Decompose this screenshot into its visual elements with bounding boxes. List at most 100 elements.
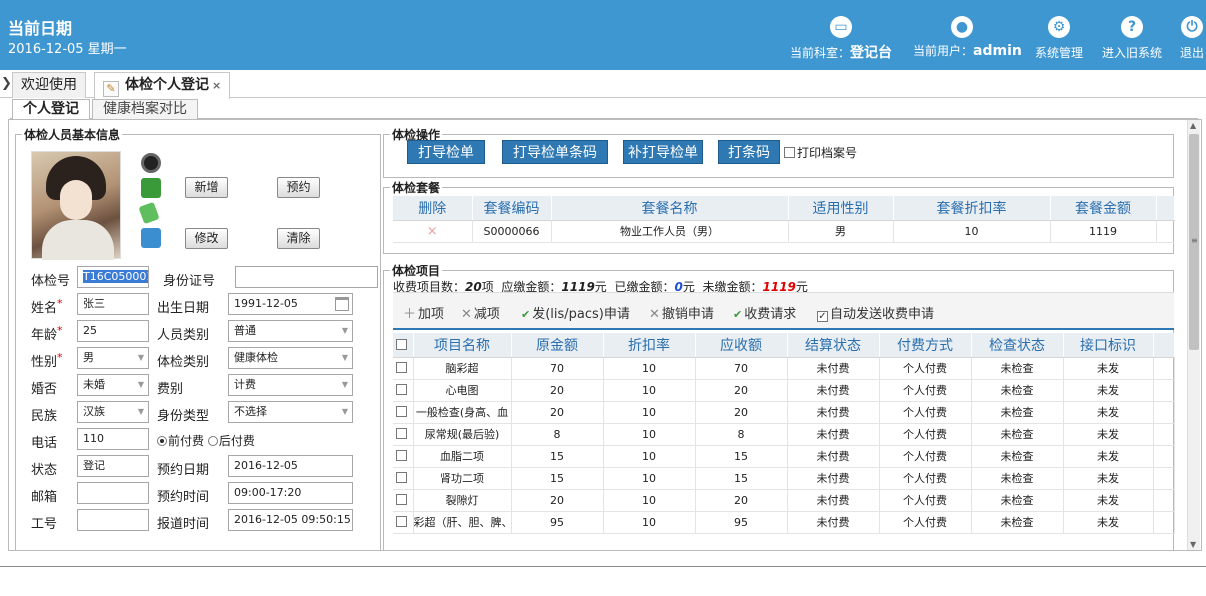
gender-select[interactable]: 男 [77, 347, 149, 369]
item-row[interactable]: 血脂二项 15 10 15 未付费 个人付费 未检查 未发 [393, 445, 1175, 468]
marriage-select[interactable]: 未婚 [77, 374, 149, 396]
print-barcode-button[interactable]: 打条码 [718, 140, 780, 164]
delete-icon[interactable]: × [393, 220, 473, 243]
item-cell-name: 血脂二项 [413, 445, 512, 468]
vertical-scrollbar[interactable]: ▲ ≡ ▼ [1187, 120, 1200, 550]
item-cell-settle: 未付费 [787, 423, 880, 446]
reprint-guide-button[interactable]: 补打导检单 [623, 140, 703, 164]
item-cell-settle: 未付费 [787, 467, 880, 490]
tab-welcome[interactable]: 欢迎使用 [12, 72, 86, 98]
send-request-button[interactable]: ✔ 发(lis/pacs)申请 [521, 303, 630, 322]
fee-type-select[interactable]: 计费 [228, 374, 353, 396]
item-cell-due: 20 [695, 379, 788, 402]
exam-type-select[interactable]: 健康体检 [228, 347, 353, 369]
row-checkbox[interactable] [396, 427, 408, 439]
clear-button[interactable]: 清除 [277, 228, 320, 249]
row-checkbox[interactable] [396, 449, 408, 461]
row-checkbox[interactable] [396, 383, 408, 395]
appoint-time-field[interactable]: 09:00-17:20 [228, 482, 353, 504]
status-label: 状态 [31, 463, 58, 478]
appoint-button[interactable]: 预约 [277, 177, 320, 198]
item-cell-pay: 个人付费 [879, 467, 972, 490]
item-cell-iface: 未发 [1063, 357, 1154, 380]
close-icon[interactable]: × [212, 79, 221, 92]
row-checkbox[interactable] [396, 471, 408, 483]
print-archive-option[interactable]: 打印档案号 [784, 144, 857, 161]
user-indicator: ● [951, 16, 973, 44]
id-type-select[interactable]: 不选择 [228, 401, 353, 423]
work-no-field[interactable] [77, 509, 149, 531]
select-all-checkbox[interactable] [396, 338, 408, 350]
folder-open-icon[interactable] [141, 178, 161, 198]
new-button[interactable]: 新增 [185, 177, 228, 198]
subtab-health-record-compare[interactable]: 健康档案对比 [92, 99, 198, 119]
item-row[interactable]: 彩超（肝、胆、脾、 95 10 95 未付费 个人付费 未检查 未发 [393, 511, 1175, 534]
scrollbar-grip-icon: ≡ [1191, 236, 1198, 245]
prepay-radio[interactable] [157, 436, 167, 446]
tab-personal-registration[interactable]: ✎ 体检个人登记 × [94, 72, 231, 99]
email-field[interactable] [77, 482, 149, 504]
package-cell-code: S0000066 [472, 220, 552, 243]
report-time-field[interactable]: 2016-12-05 09:50:15 [228, 509, 353, 531]
item-cell-settle: 未付费 [787, 379, 880, 402]
item-row[interactable]: 裂隙灯 20 10 20 未付费 个人付费 未检查 未发 [393, 489, 1175, 512]
scroll-down-icon[interactable]: ▼ [1190, 540, 1196, 549]
col-interface-flag: 接口标识 [1063, 333, 1154, 358]
item-row[interactable]: 心电图 20 10 20 未付费 个人付费 未检查 未发 [393, 379, 1175, 402]
row-checkbox[interactable] [396, 515, 408, 527]
package-cell-name: 物业工作人员（男） [551, 220, 789, 243]
status-field[interactable]: 登记 [77, 455, 149, 477]
age-field[interactable]: 25 [77, 320, 149, 342]
row-checkbox[interactable] [396, 405, 408, 417]
item-cell-orig: 95 [511, 511, 604, 534]
row-checkbox[interactable] [396, 361, 408, 373]
col-settlement-status: 结算状态 [787, 333, 880, 358]
calendar-icon[interactable] [335, 297, 349, 311]
print-archive-checkbox[interactable] [784, 147, 795, 158]
ethnic-select[interactable]: 汉族 [77, 401, 149, 423]
print-guide-button[interactable]: 打导检单 [407, 140, 485, 164]
remove-item-button[interactable]: ✕ 减项 [461, 303, 500, 322]
old-system-button[interactable]: ? 进入旧系统 [1102, 16, 1162, 61]
item-row[interactable]: 肾功二项 15 10 15 未付费 个人付费 未检查 未发 [393, 467, 1175, 490]
phone-field[interactable]: 110 [77, 428, 149, 450]
item-cell-pay: 个人付费 [879, 489, 972, 512]
charge-request-button[interactable]: ✔ 收费请求 [733, 303, 796, 322]
item-cell-due: 15 [695, 467, 788, 490]
item-row[interactable]: 尿常规(最后验) 8 10 8 未付费 个人付费 未检查 未发 [393, 423, 1175, 446]
scroll-up-icon[interactable]: ▲ [1190, 121, 1196, 130]
print-guide-barcode-button[interactable]: 打导检单条码 [502, 140, 608, 164]
item-row[interactable]: 脑彩超 70 10 70 未付费 个人付费 未检查 未发 [393, 357, 1175, 380]
department-label: 当前科室： [790, 46, 851, 60]
item-cell-disc: 10 [603, 423, 696, 446]
camera-icon[interactable] [141, 153, 161, 173]
subtab-personal-registration[interactable]: 个人登记 [12, 99, 90, 120]
auto-send-checkbox[interactable] [817, 311, 828, 322]
col-receivable: 应收额 [695, 333, 788, 358]
id-card-field[interactable] [235, 266, 378, 288]
appoint-date-field[interactable]: 2016-12-05 [228, 455, 353, 477]
col-original-amount: 原金额 [511, 333, 604, 358]
name-field[interactable]: 张三 [77, 293, 149, 315]
birth-date-field[interactable]: 1991-12-05 [228, 293, 353, 315]
add-item-button[interactable]: ＋加项 [403, 303, 444, 322]
system-management-button[interactable]: ⚙ 系统管理 [1035, 16, 1083, 61]
exam-type-label: 体检类别 [157, 355, 210, 370]
row-checkbox[interactable] [396, 493, 408, 505]
item-row[interactable]: 一般检查(身高、血 20 10 20 未付费 个人付费 未检查 未发 [393, 401, 1175, 424]
revoke-request-button[interactable]: ✕ 撤销申请 [649, 303, 714, 322]
image-upload-icon[interactable] [141, 228, 161, 248]
item-cell-iface: 未发 [1063, 445, 1154, 468]
auto-send-charge-option[interactable]: 自动发送收费申请 [817, 303, 934, 322]
chevron-right-icon[interactable]: ❯ [1, 76, 12, 91]
item-cell-name: 彩超（肝、胆、脾、 [413, 511, 512, 534]
item-cell-disc: 10 [603, 467, 696, 490]
edit-button[interactable]: 修改 [185, 228, 228, 249]
item-cell-pay: 个人付费 [879, 357, 972, 380]
logout-label: 退出 [1180, 46, 1205, 60]
logout-button[interactable]: ⏻ 退出 [1180, 16, 1204, 61]
postpay-radio[interactable] [207, 436, 218, 446]
phone-label: 电话 [31, 436, 58, 451]
person-type-select[interactable]: 普通 [228, 320, 353, 342]
exam-no-field[interactable]: T16C050001 [77, 266, 149, 288]
